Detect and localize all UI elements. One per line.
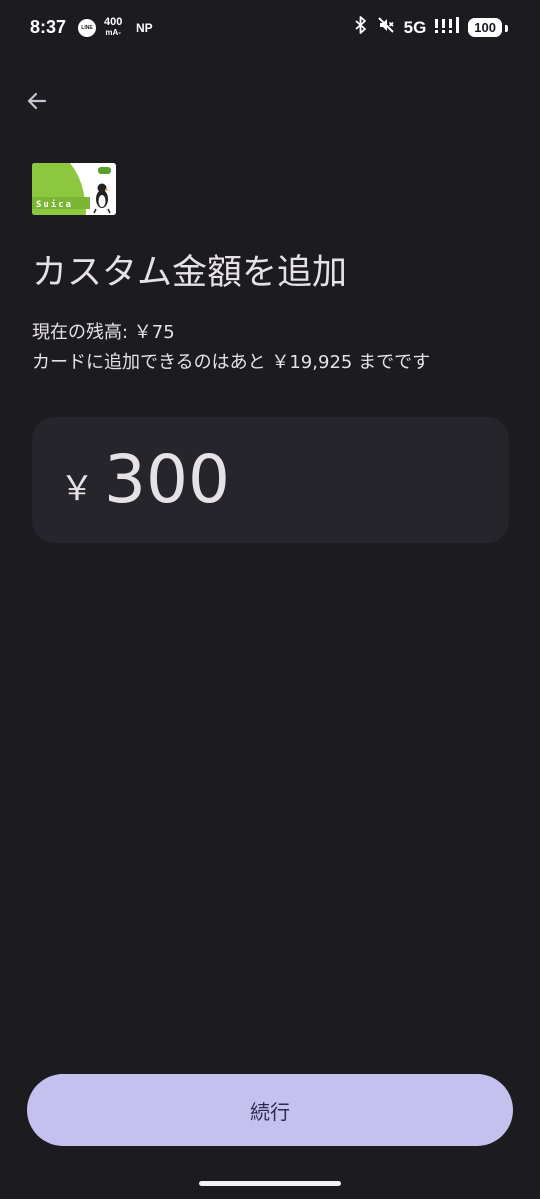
data-rate-unit: mA- [105, 28, 121, 37]
data-rate-indicator: 400 mA- [104, 16, 123, 38]
back-button[interactable] [16, 80, 58, 122]
suica-card-image: Suica [32, 163, 116, 215]
data-rate-value: 400 [104, 16, 123, 28]
arrow-left-icon [27, 92, 47, 110]
battery-tip [505, 24, 508, 32]
battery-level: 100 [468, 17, 502, 37]
amount-input[interactable] [104, 435, 484, 523]
line-app-icon: LINE [78, 19, 96, 37]
signal-icon [435, 17, 460, 38]
continue-button[interactable]: 続行 [27, 1074, 513, 1146]
bluetooth-icon [354, 16, 368, 39]
screen: 8:37 LINE 400 mA- NP 5G 100 Suica カスタム金額… [0, 0, 540, 1199]
remaining-limit-text: カードに追加できるのはあと ￥19,925 までです [32, 352, 431, 373]
battery-indicator: 100 [468, 17, 508, 37]
home-indicator[interactable] [199, 1181, 341, 1186]
svg-text:Suica: Suica [36, 199, 73, 210]
status-bar: 8:37 LINE 400 mA- NP 5G 100 [0, 0, 540, 60]
status-time: 8:37 [30, 17, 67, 37]
current-balance-text: 現在の残高: ￥75 [32, 322, 175, 343]
status-icons: 5G 100 [354, 16, 508, 39]
amount-input-box[interactable]: ￥ [32, 417, 509, 543]
network-type: 5G [403, 17, 427, 37]
suica-card-art: Suica [32, 163, 116, 215]
mute-icon [377, 16, 395, 39]
np-indicator: NP [136, 21, 153, 35]
currency-symbol: ￥ [60, 469, 94, 509]
page-title: カスタム金額を追加 [32, 253, 348, 293]
